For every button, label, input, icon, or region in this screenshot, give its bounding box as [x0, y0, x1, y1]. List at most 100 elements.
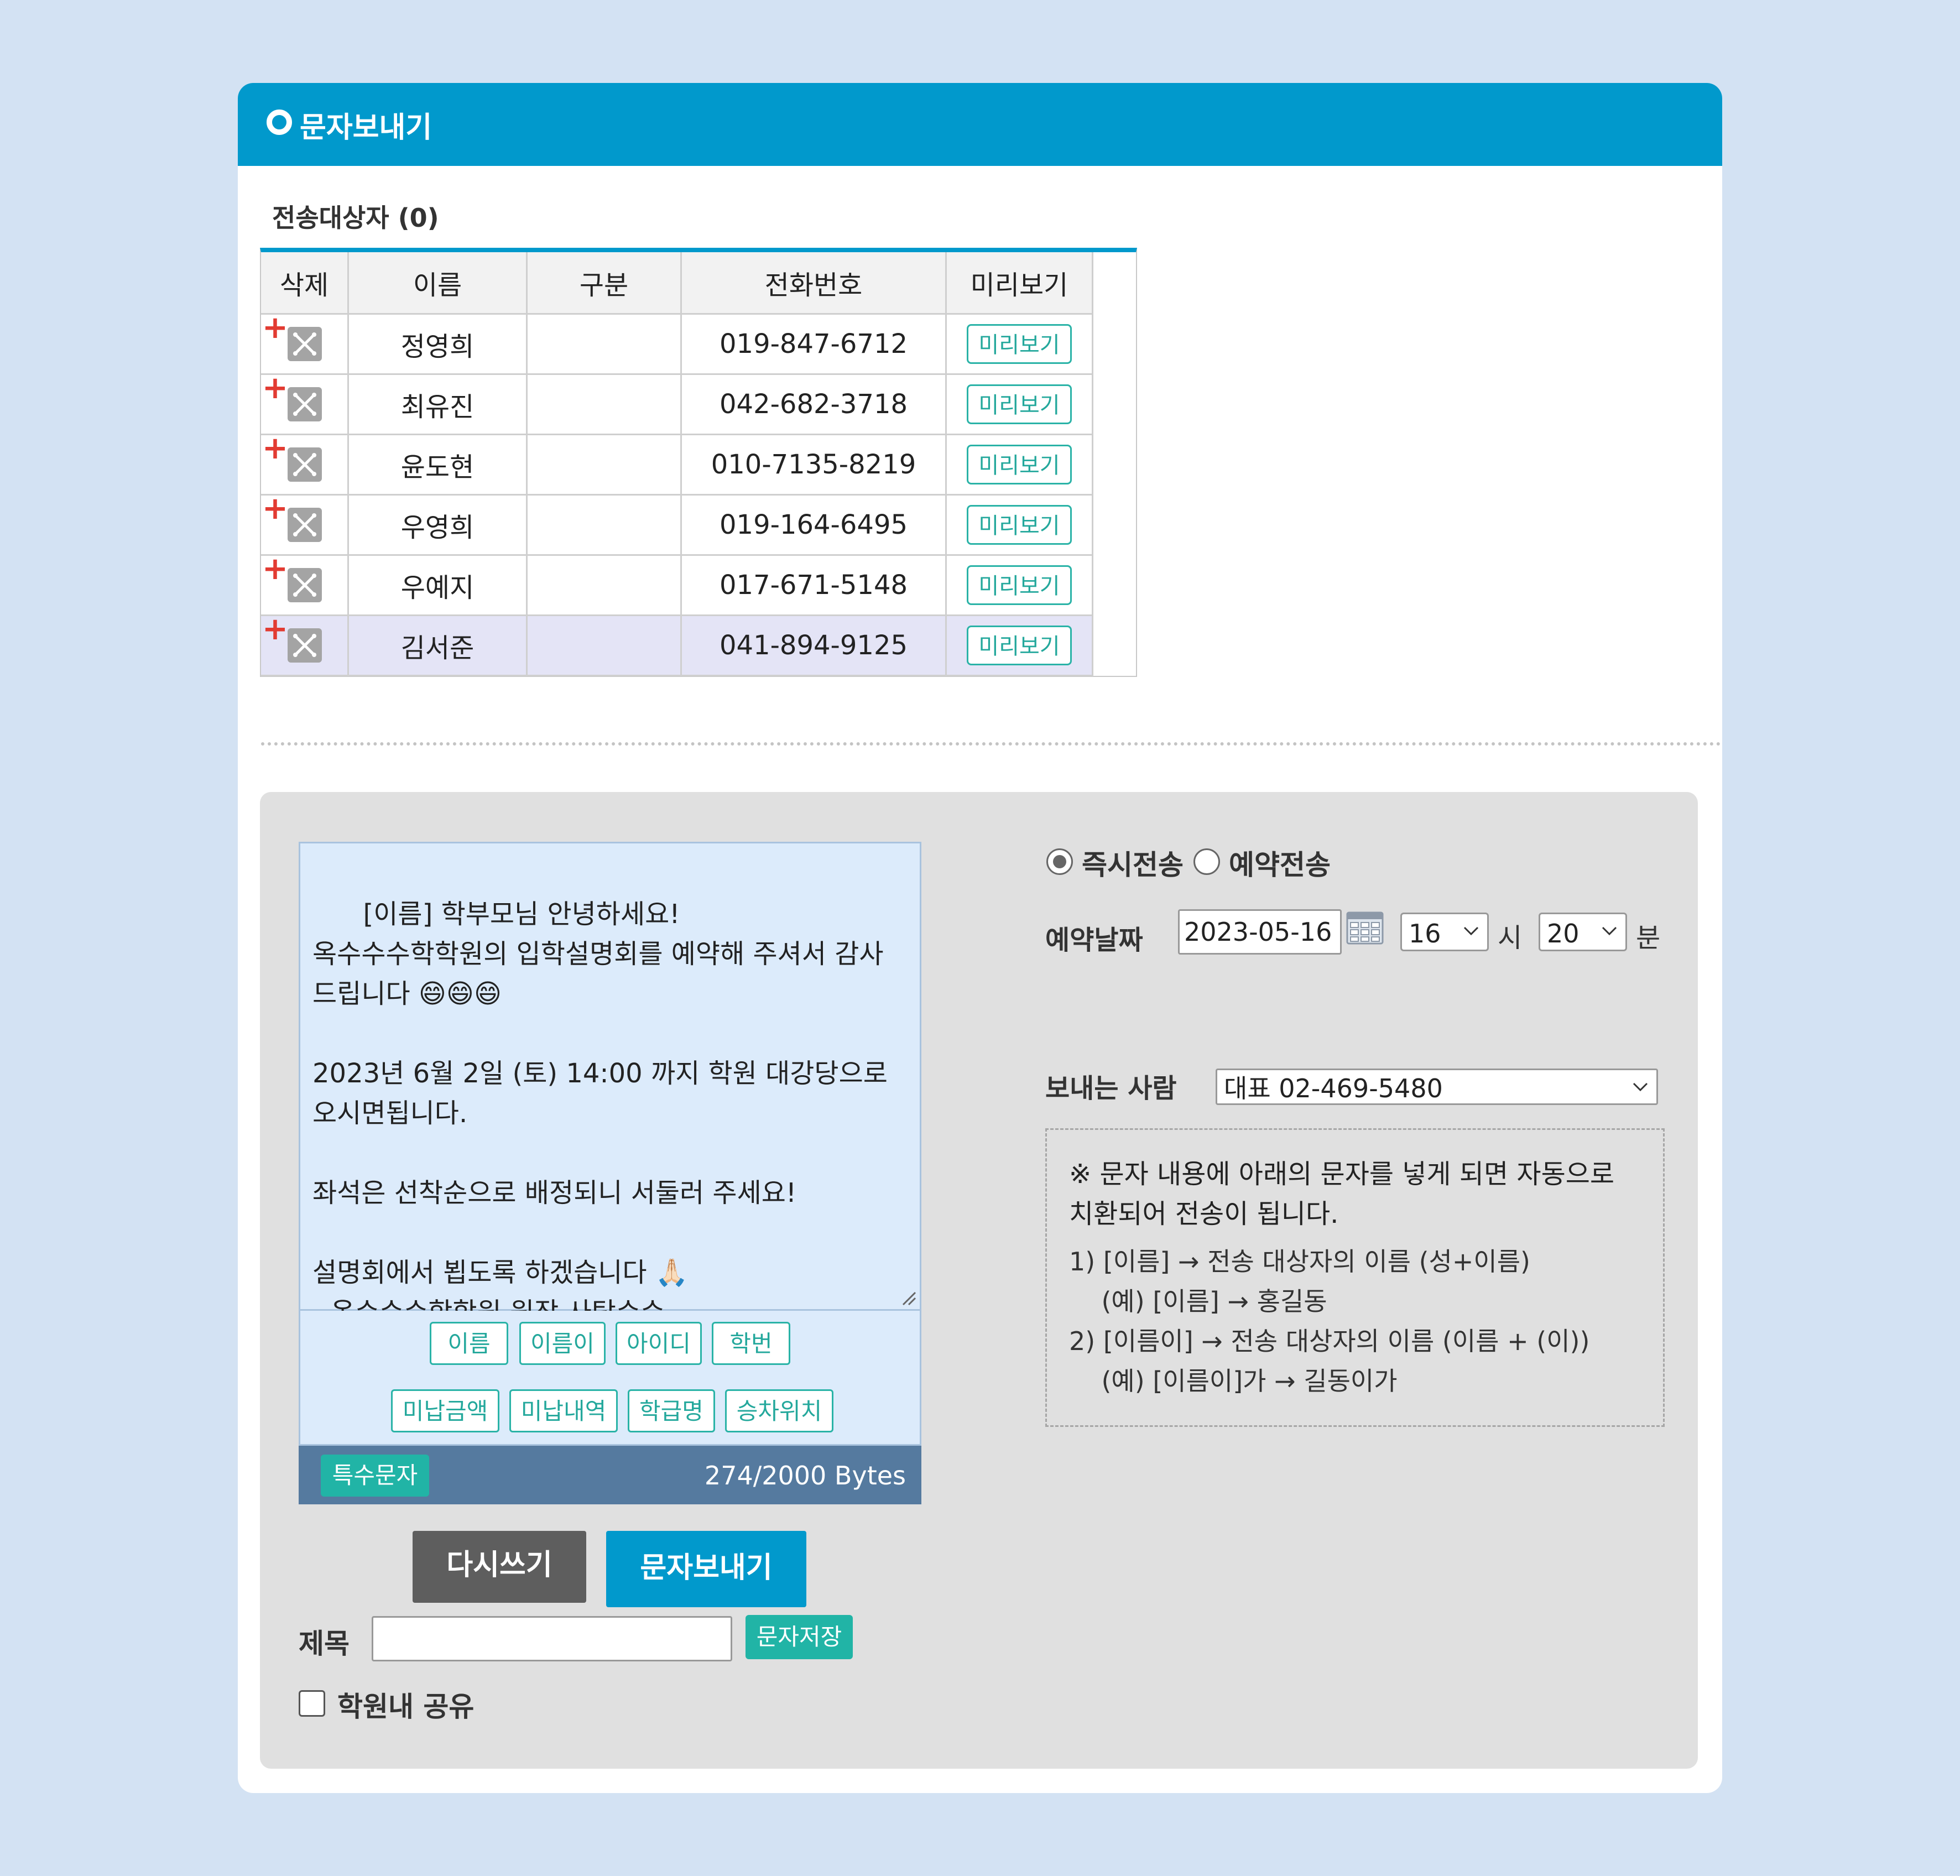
tag-unpaid-amount-button[interactable]: 미납금액 — [391, 1389, 499, 1432]
name-cell: 우영희 — [348, 494, 528, 556]
preview-cell: 미리보기 — [946, 374, 1093, 435]
table-row: + 윤도현 010-7135-8219 미리보기 — [261, 433, 1093, 496]
tag-class-name-button[interactable]: 학급명 — [628, 1389, 715, 1432]
rewrite-button[interactable]: 다시쓰기 — [413, 1531, 586, 1603]
preview-button[interactable]: 미리보기 — [967, 324, 1072, 364]
name-cell: 윤도현 — [348, 434, 528, 496]
resize-grip-icon[interactable] — [900, 1289, 916, 1306]
hour-unit: 시 — [1498, 923, 1523, 953]
preview-cell: 미리보기 — [946, 314, 1093, 375]
plus-icon[interactable]: + — [262, 554, 288, 585]
plus-icon[interactable]: + — [262, 373, 288, 404]
category-cell — [527, 615, 682, 676]
delete-cell: + — [261, 554, 349, 616]
byte-counter: 274/2000 Bytes — [704, 1461, 906, 1491]
category-cell — [527, 374, 682, 435]
recipient-table: 삭제 이름 구분 전화번호 미리보기 + 정영희 019-847-6712 미리보기 +… — [260, 248, 1137, 677]
col-header-name: 이름 — [348, 252, 528, 315]
plus-icon[interactable]: + — [262, 493, 288, 524]
plus-icon[interactable]: + — [262, 614, 288, 645]
special-chars-button[interactable]: 특수문자 — [321, 1455, 429, 1497]
calendar-icon[interactable] — [1346, 911, 1384, 945]
immediate-send-radio[interactable] — [1046, 848, 1073, 875]
notice-line: (예) [이름] → 홍길동 — [1069, 1286, 1327, 1316]
sms-card: 문자보내기 전송대상자 (0) 삭제 이름 구분 전화번호 미리보기 + 정영희 0… — [238, 83, 1722, 1793]
tag-unpaid-details-button[interactable]: 미납내역 — [509, 1389, 618, 1432]
message-textarea[interactable]: [이름] 학부모님 안녕하세요! 옥수수수학학원의 입학설명회를 예약해 주셔서… — [299, 842, 921, 1328]
category-cell — [527, 434, 682, 496]
preview-cell: 미리보기 — [946, 555, 1093, 616]
preview-button[interactable]: 미리보기 — [967, 384, 1072, 424]
preview-button[interactable]: 미리보기 — [967, 505, 1072, 545]
plus-icon[interactable]: + — [262, 433, 288, 464]
preview-button[interactable]: 미리보기 — [967, 626, 1072, 665]
tag-student-number-button[interactable]: 학번 — [712, 1322, 790, 1365]
delete-cell: + — [261, 493, 349, 556]
name-cell: 우예지 — [348, 555, 528, 616]
card-header: 문자보내기 — [238, 83, 1722, 166]
compose-panel: [이름] 학부모님 안녕하세요! 옥수수수학학원의 입학설명회를 예약해 주셔서… — [260, 792, 1698, 1769]
share-checkbox[interactable] — [299, 1690, 325, 1717]
col-header-preview: 미리보기 — [946, 252, 1093, 315]
sender-select[interactable]: 대표 02-469-5480 — [1216, 1069, 1658, 1105]
message-text: [이름] 학부모님 안녕하세요! 옥수수수학학원의 입학설명회를 예약해 주셔서… — [312, 899, 888, 1328]
page-title: 문자보내기 — [300, 111, 432, 144]
delete-cell: + — [261, 614, 349, 676]
delete-icon[interactable] — [288, 387, 322, 421]
minute-select[interactable]: 20 — [1539, 913, 1627, 951]
byte-counter-bar: 특수문자 274/2000 Bytes — [299, 1446, 921, 1504]
title-input[interactable] — [372, 1616, 732, 1661]
notice-line: 1) [이름] → 전송 대상자의 이름 (성+이름) — [1069, 1247, 1530, 1276]
tag-boarding-location-button[interactable]: 승차위치 — [725, 1389, 833, 1432]
phone-cell: 041-894-9125 — [681, 615, 947, 676]
col-header-category: 구분 — [527, 252, 682, 315]
preview-cell: 미리보기 — [946, 434, 1093, 496]
delete-icon[interactable] — [288, 508, 322, 542]
table-row: + 우영희 019-164-6495 미리보기 — [261, 493, 1093, 556]
preview-cell: 미리보기 — [946, 494, 1093, 556]
scheduled-send-label: 예약전송 — [1229, 849, 1331, 881]
share-label: 학원내 공유 — [337, 1691, 475, 1723]
plus-icon[interactable]: + — [262, 312, 288, 343]
phone-cell: 019-164-6495 — [681, 494, 947, 556]
delete-icon[interactable] — [288, 568, 322, 602]
category-cell — [527, 314, 682, 375]
notice-main-text: ※ 문자 내용에 아래의 문자를 넣게 되면 자동으로 치환되어 전송이 됩니다… — [1069, 1159, 1615, 1229]
chevron-down-icon — [1602, 926, 1617, 936]
table-row: + 최유진 042-682-3718 미리보기 — [261, 373, 1093, 435]
name-cell: 최유진 — [348, 374, 528, 435]
hour-value: 16 — [1409, 919, 1441, 949]
preview-cell: 미리보기 — [946, 615, 1093, 676]
delete-icon[interactable] — [288, 447, 322, 482]
delete-cell: + — [261, 433, 349, 496]
tag-name-i-button[interactable]: 이름이 — [519, 1322, 606, 1365]
chevron-down-icon — [1633, 1082, 1648, 1092]
immediate-send-label: 즉시전송 — [1082, 849, 1184, 881]
table-row: + 정영희 019-847-6712 미리보기 — [261, 312, 1093, 375]
category-cell — [527, 555, 682, 616]
minute-value: 20 — [1547, 919, 1580, 949]
notice-line: (예) [이름이]가 → 길동이가 — [1069, 1366, 1398, 1396]
preview-button[interactable]: 미리보기 — [967, 565, 1072, 605]
preview-button[interactable]: 미리보기 — [967, 445, 1072, 484]
category-cell — [527, 494, 682, 556]
minute-unit: 분 — [1636, 923, 1661, 953]
name-cell: 김서준 — [348, 615, 528, 676]
sender-value: 대표 02-469-5480 — [1224, 1074, 1443, 1103]
section-divider — [261, 742, 1721, 746]
table-row: + 김서준 041-894-9125 미리보기 — [261, 614, 1093, 676]
delete-icon[interactable] — [288, 628, 322, 663]
tag-name-button[interactable]: 이름 — [430, 1322, 508, 1365]
phone-cell: 019-847-6712 — [681, 314, 947, 375]
delete-icon[interactable] — [288, 327, 322, 361]
phone-cell: 017-671-5148 — [681, 555, 947, 616]
delete-cell: + — [261, 312, 349, 375]
tag-id-button[interactable]: 아이디 — [616, 1322, 702, 1365]
col-header-phone: 전화번호 — [681, 252, 947, 315]
save-message-button[interactable]: 문자저장 — [746, 1615, 853, 1659]
send-sms-button[interactable]: 문자보내기 — [606, 1531, 806, 1607]
name-cell: 정영희 — [348, 314, 528, 375]
scheduled-send-radio[interactable] — [1193, 848, 1220, 875]
hour-select[interactable]: 16 — [1400, 913, 1489, 951]
schedule-date-input[interactable]: 2023-05-16 — [1178, 909, 1342, 955]
